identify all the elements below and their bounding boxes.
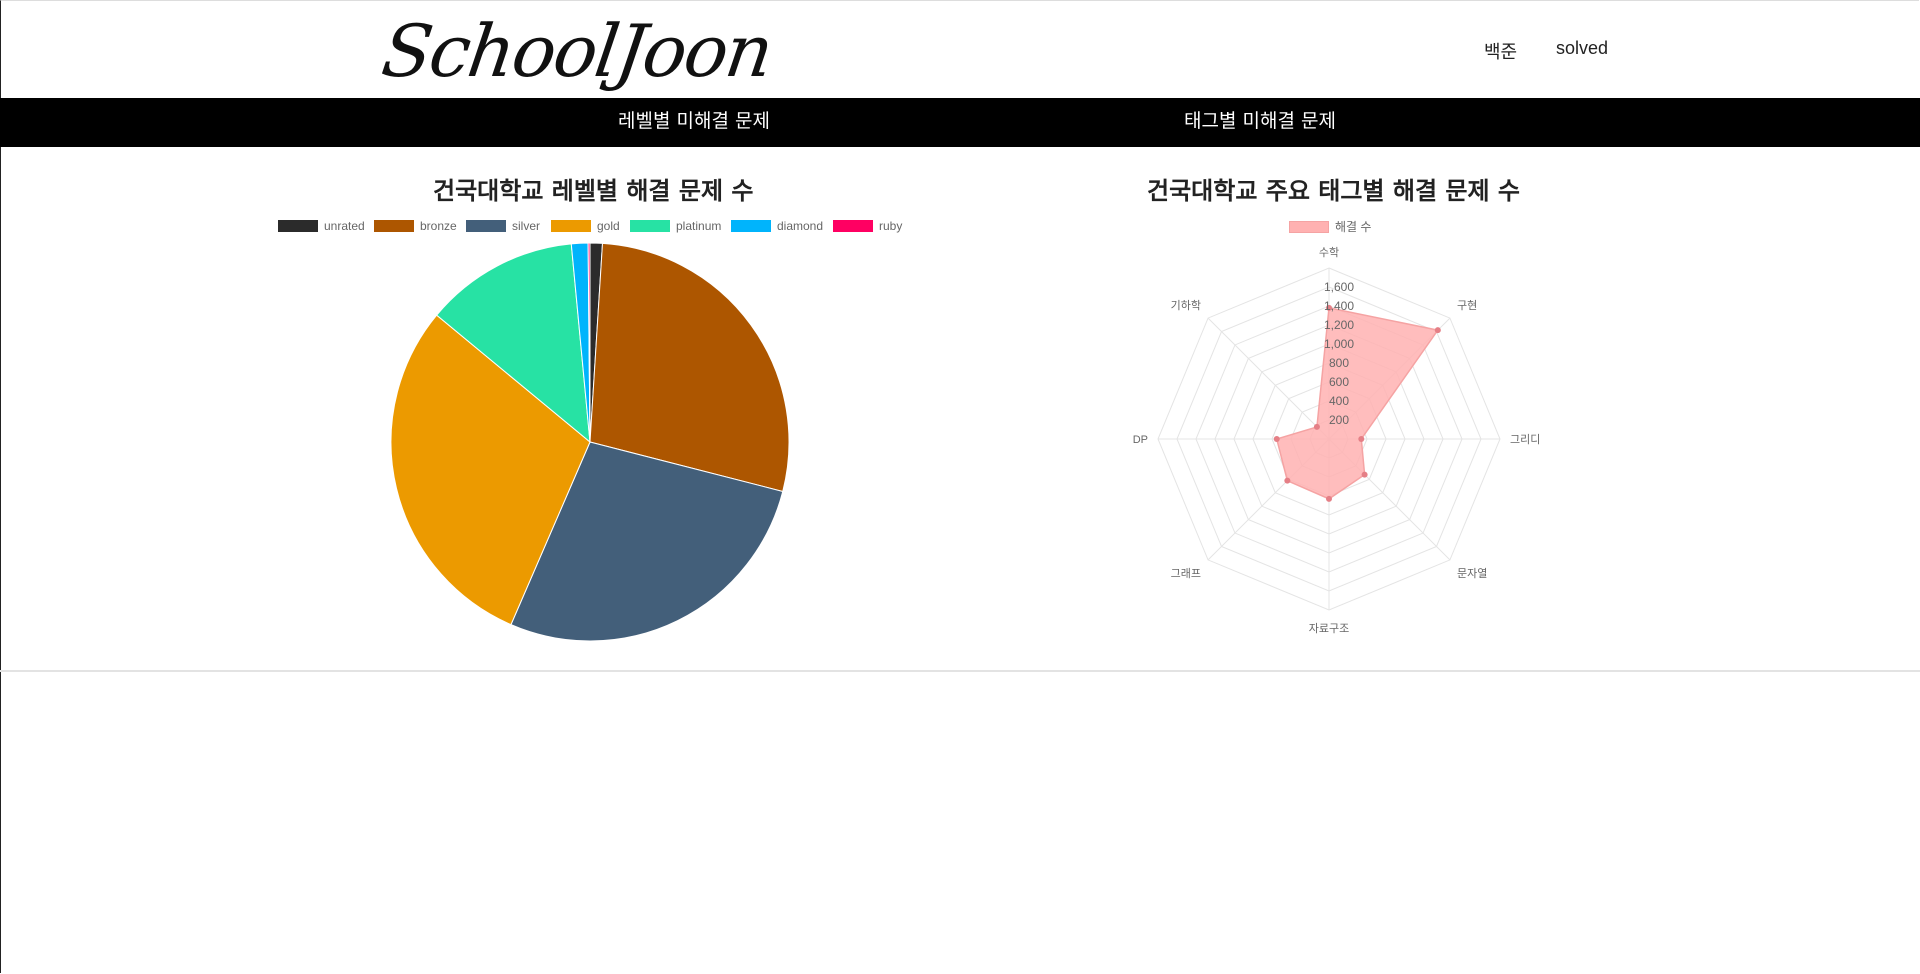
legend-swatch-ruby <box>833 220 873 232</box>
radar-axis-label-자료구조: 자료구조 <box>1309 622 1349 635</box>
tag-chart-title: 건국대학교 주요 태그별 해결 문제 수 <box>1147 177 1520 205</box>
menu-bar: 레벨별 미해결 문제 태그별 미해결 문제 <box>0 98 1920 147</box>
radar-point-dp[interactable] <box>1273 436 1280 442</box>
section-divider <box>0 670 1920 672</box>
radar-axis-label-dp: DP <box>1133 434 1148 446</box>
radar-axis-label-구현: 구현 <box>1457 299 1477 312</box>
radar-point-구현[interactable] <box>1434 327 1441 334</box>
radar-spoke <box>1207 317 1330 440</box>
radar-tick-label: 600 <box>1329 375 1349 389</box>
menu-tag-unsolved[interactable]: 태그별 미해결 문제 <box>1184 98 1336 147</box>
radar-tick-label: 1,400 <box>1324 299 1354 313</box>
radar-tick-label: 200 <box>1329 413 1349 427</box>
radar-point-기하학[interactable] <box>1313 423 1320 430</box>
radar-axis-label-수학: 수학 <box>1319 246 1339 259</box>
radar-tick-label: 400 <box>1329 394 1349 408</box>
legend-swatch-unrated <box>278 220 318 232</box>
level-pie-chart <box>390 242 790 642</box>
radar-tick-label: 1,600 <box>1324 280 1354 294</box>
legend-label-unrated: unrated <box>324 219 365 233</box>
legend-item-ruby[interactable]: ruby <box>833 219 902 233</box>
site-header: SchoolJoon 백준 solved <box>0 0 1920 98</box>
tag-radar-chart: 200 400 600 800 1,000 1,200 1,400 1,600 수학구현그리디문… <box>1133 246 1541 635</box>
radar-axis-label-기하학: 기하학 <box>1171 298 1201 312</box>
radar-point-자료구조[interactable] <box>1326 495 1332 502</box>
legend-item-unrated[interactable]: unrated <box>278 219 365 233</box>
radar-tick-label: 800 <box>1329 356 1349 370</box>
menu-level-unsolved[interactable]: 레벨별 미해결 문제 <box>618 98 770 147</box>
nav-link-baekjoon[interactable]: 백준 <box>1484 38 1517 64</box>
radar-point-문자열[interactable] <box>1361 471 1368 478</box>
site-logo[interactable]: SchoolJoon <box>377 6 777 96</box>
radar-point-그리디[interactable] <box>1358 436 1365 442</box>
level-chart-title: 건국대학교 레벨별 해결 문제 수 <box>433 177 754 205</box>
radar-axis-label-문자열: 문자열 <box>1457 567 1487 580</box>
radar-tick-label: 1,000 <box>1324 337 1354 351</box>
radar-point-그래프[interactable] <box>1284 477 1291 484</box>
nav-link-solved[interactable]: solved <box>1556 38 1608 59</box>
radar-axis-label-그리디: 그리디 <box>1510 433 1540 446</box>
radar-tick-label: 1,200 <box>1324 318 1354 332</box>
legend-label-ruby: ruby <box>879 219 903 233</box>
radar-axis-label-그래프: 그래프 <box>1171 567 1201 580</box>
